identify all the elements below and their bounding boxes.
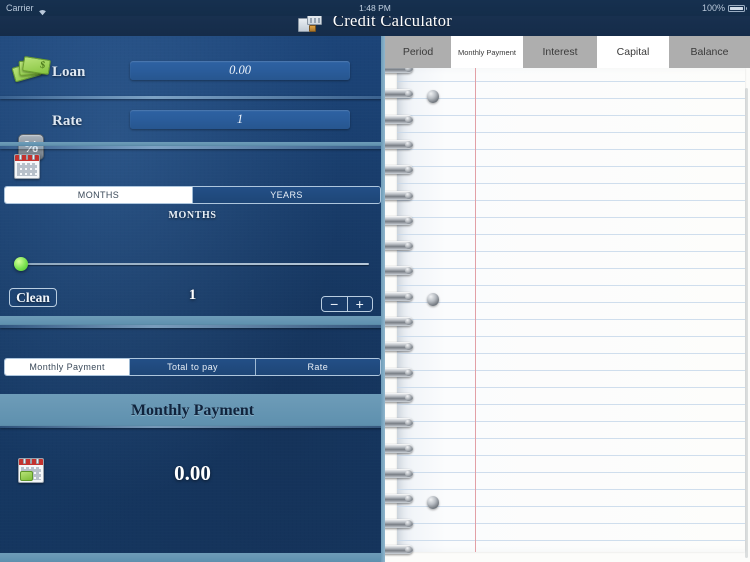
spiral-ring: [385, 215, 413, 225]
tab-interest[interactable]: Interest: [523, 36, 597, 68]
segment-months[interactable]: MONTHS: [5, 187, 192, 203]
stepper-plus-button[interactable]: +: [346, 297, 372, 311]
spiral-ring: [385, 342, 413, 352]
margin-line: [475, 68, 476, 552]
stepper-minus-button[interactable]: −: [322, 297, 347, 311]
spiral-ring: [385, 519, 413, 529]
loan-label: Loan: [52, 64, 86, 80]
tab-capital[interactable]: Capital: [597, 36, 669, 68]
loan-input[interactable]: 0.00: [130, 61, 350, 80]
tab-balance[interactable]: Balance: [669, 36, 750, 68]
money-icon: [11, 55, 52, 83]
spiral-ring: [385, 139, 413, 149]
ruled-lines: [397, 68, 745, 552]
spiral-ring: [385, 317, 413, 326]
tab-period[interactable]: Period: [385, 36, 451, 68]
paper-page: [397, 68, 745, 552]
result-value: 0.00: [174, 461, 211, 485]
rate-label: Rate: [52, 113, 82, 129]
slider-unit-label: MONTHS: [168, 210, 217, 221]
notebook-paper: [385, 68, 750, 562]
tab-rate[interactable]: Rate: [254, 359, 380, 375]
spiral-ring: [385, 468, 413, 478]
spiral-ring: [385, 392, 413, 402]
battery-percent: 100%: [701, 3, 725, 13]
spiral-ring: [385, 266, 413, 276]
spiral-ring: [385, 114, 413, 124]
segment-years[interactable]: YEARS: [192, 187, 380, 203]
spiral-ring: [385, 418, 413, 428]
spiral-ring: [385, 367, 413, 377]
rate-input[interactable]: 1: [130, 110, 350, 129]
status-time: 1:48 PM: [359, 3, 391, 13]
spiral-ring: [385, 443, 413, 453]
app-root: Credit Calculator 1:48 PM Carrier 100% L…: [0, 0, 750, 562]
result-type-segmented-control[interactable]: Monthly Payment Total to pay Rate: [4, 358, 381, 376]
spiral-binding: [385, 68, 415, 562]
slider-knob[interactable]: [14, 257, 28, 271]
spiral-ring: [385, 291, 413, 301]
battery-full-icon: [728, 4, 747, 12]
hole-reinforcement: [427, 293, 439, 306]
period-unit-segmented-control[interactable]: MONTHS YEARS: [4, 186, 381, 204]
result-title: Monthly Payment: [130, 402, 255, 419]
amortization-panel: Period Monthly Payment Interest Capital …: [385, 36, 750, 562]
panel-divider: [381, 36, 385, 562]
status-bar: 1:48 PM Carrier 100%: [0, 0, 750, 16]
spiral-ring: [385, 544, 413, 554]
spiral-ring: [385, 241, 413, 251]
hole-reinforcement: [427, 90, 439, 103]
amortization-tab-bar[interactable]: Period Monthly Payment Interest Capital …: [385, 36, 750, 68]
period-slider[interactable]: [14, 257, 369, 271]
tab-monthly-payment[interactable]: Monthly Payment: [5, 359, 130, 375]
wifi-icon: [38, 5, 47, 16]
calculator-panel: Loan 0.00 % Rate 1 MONTHS YEARS MONTHS C…: [0, 36, 385, 562]
hole-reinforcement: [427, 496, 439, 509]
slider-track[interactable]: [14, 263, 369, 265]
spiral-ring: [385, 190, 413, 200]
status-carrier: Carrier: [6, 3, 34, 13]
spiral-ring: [385, 68, 413, 73]
calendar-icon: [14, 154, 40, 179]
tab-total-to-pay[interactable]: Total to pay: [129, 359, 255, 375]
vertical-scrollbar[interactable]: [745, 88, 748, 558]
tab-monthly-payment[interactable]: Monthly Payment: [451, 36, 523, 68]
spiral-ring: [385, 165, 413, 175]
spiral-ring: [385, 494, 413, 504]
spiral-ring: [385, 89, 413, 99]
period-stepper[interactable]: − +: [321, 296, 373, 312]
